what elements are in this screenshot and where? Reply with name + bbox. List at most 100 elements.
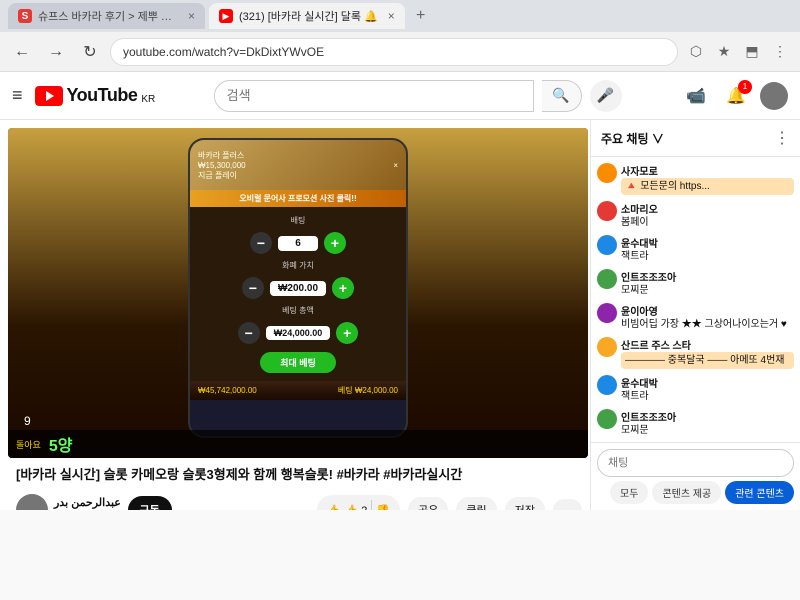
chat-message-avatar [597, 375, 617, 395]
chat-message: 산드르 주스 스타———— 중복달국 —— 아메또 4번재 [597, 335, 794, 371]
screenshot-icon[interactable]: ⬒ [740, 40, 764, 64]
total-bet-row: − ₩24,000.00 + [238, 322, 359, 344]
phone-bottom: ₩45,742,000.00 베팅 ₩24,000.00 [190, 381, 406, 400]
nav-refresh-button[interactable]: ↻ [76, 38, 104, 66]
channel-name: عبدالرحمن بدر [54, 496, 122, 509]
like-button[interactable]: 👍 👍 2 👎 [317, 495, 400, 510]
subscribe-button[interactable]: 구독 [128, 496, 172, 510]
chat-message: 인트조조조아모찌문 [597, 267, 794, 299]
more-icon[interactable]: ⋮ [768, 40, 792, 64]
upload-icon[interactable]: 📹 [680, 80, 712, 112]
bet-increase-button[interactable]: + [324, 232, 346, 254]
tab-2-favicon: ▶ [219, 9, 233, 23]
hamburger-menu-icon[interactable]: ≡ [12, 85, 23, 106]
chat-input-area: 모두 콘텐츠 제공 관련 콘텐츠 [591, 442, 800, 510]
chat-message: 윤수대박잭트라 [597, 233, 794, 265]
chat-message: 사자모로🔺 모든문의 https... [597, 161, 794, 197]
chat-section: 주요 채팅 ∨ ⋮ 사자모로🔺 모든문의 https... 소마리오봄페이윤수대박… [590, 120, 800, 510]
chat-message-content: 산드르 주스 스타———— 중복달국 —— 아메또 4번재 [621, 337, 794, 369]
total-bet-value: ₩24,000.00 [266, 326, 331, 340]
address-input[interactable] [110, 38, 678, 66]
nav-back-button[interactable]: ← [8, 38, 36, 66]
chat-messages: 사자모로🔺 모든문의 https...소마리오봄페이윤수대박잭트라인트조조조아모… [591, 157, 800, 442]
phone-overlay: 바카라 플러스₩15,300,000지금 플레이 × 오비럴 문어사 프로모션 … [188, 138, 408, 438]
chat-related-button[interactable]: 관련 콘텐츠 [725, 481, 794, 504]
tab-2-close[interactable]: × [388, 9, 395, 23]
chat-message-avatar [597, 409, 617, 429]
tab-1[interactable]: S 슈프스 바카라 후기 > 제뿌 디... × [8, 3, 205, 29]
tab-1-favicon: S [18, 9, 32, 23]
share-button[interactable]: 공유 [408, 497, 448, 510]
channel-details: عبدالرحمن بدر 구독자 11.1만명 [54, 496, 122, 510]
save-button[interactable]: 저장 [505, 497, 545, 510]
chat-message-content: 인트조조조아모찌문 [621, 409, 794, 437]
chat-message-content: 윤이아영비빔어딥 가장 ★★ 그상어나이오는거 ♥ [621, 303, 794, 331]
currency-increase-button[interactable]: + [332, 277, 354, 299]
action-divider [371, 500, 372, 510]
max-bet-button[interactable]: 최대 베팅 [260, 352, 336, 373]
more-actions-button[interactable]: ... [553, 499, 582, 510]
chat-text: 모찌문 [621, 284, 794, 297]
currency-value: ₩200.00 [270, 281, 326, 296]
chat-username: 윤수대박 [621, 375, 794, 390]
chat-message-content: 소마리오봄페이 [621, 201, 794, 229]
search-area: 🔍 🎤 [167, 80, 668, 112]
youtube-logo[interactable]: YouTube KR [35, 85, 156, 106]
chat-message-content: 윤수대박잭트라 [621, 235, 794, 263]
main-content: 바카라 플러스₩15,300,000지금 플레이 × 오비럴 문어사 프로모션 … [0, 120, 800, 510]
chat-text: 잭트라 [621, 390, 794, 403]
chat-username: 윤수대박 [621, 235, 794, 250]
cast-icon[interactable]: ⬡ [684, 40, 708, 64]
phone-promo-banner: 오비럴 문어사 프로모션 사진 클릭!! [190, 190, 406, 207]
address-bar: ← → ↻ ⬡ ★ ⬒ ⋮ [0, 32, 800, 72]
bet-row: − 6 + [250, 232, 346, 254]
phone-bottom-bet: 베팅 ₩24,000.00 [338, 385, 398, 396]
youtube-logo-icon [35, 86, 63, 106]
bet-decrease-button[interactable]: − [250, 232, 272, 254]
tab-bar: S 슈프스 바카라 후기 > 제뿌 디... × ▶ (321) [바카라 실시… [0, 0, 800, 32]
notification-bell-icon[interactable]: 🔔 1 [720, 80, 752, 112]
chat-content-button[interactable]: 콘텐츠 제공 [652, 481, 721, 504]
chat-message: 소마리오봄페이 [597, 199, 794, 231]
mic-button[interactable]: 🎤 [590, 80, 622, 112]
tab-1-close[interactable]: × [188, 9, 195, 23]
currency-decrease-button[interactable]: − [242, 277, 264, 299]
chat-message-avatar [597, 201, 617, 221]
chat-message-avatar [597, 269, 617, 289]
header-right-icons: 📹 🔔 1 [680, 80, 788, 112]
total-increase-button[interactable]: + [336, 322, 358, 344]
return-label: 돌아요 [16, 438, 41, 451]
chat-username: 윤이아영 [621, 303, 794, 318]
chat-username: 인트조조조아 [621, 269, 794, 284]
chat-text: 모찌문 [621, 424, 794, 437]
chat-username: 인트조조조아 [621, 409, 794, 424]
chat-username: 사자모로 [621, 163, 794, 178]
chat-input[interactable] [597, 449, 794, 477]
like-icon: 👍 [327, 504, 341, 510]
chat-message-avatar [597, 303, 617, 323]
total-decrease-button[interactable]: − [238, 322, 260, 344]
search-input[interactable] [215, 88, 533, 103]
clip-button[interactable]: 클립 [456, 497, 496, 510]
video-player[interactable]: 바카라 플러스₩15,300,000지금 플레이 × 오비럴 문어사 프로모션 … [8, 128, 588, 458]
chat-message-avatar [597, 337, 617, 357]
chat-text: 잭트라 [621, 250, 794, 263]
tab-1-label: 슈프스 바카라 후기 > 제뿌 디... [38, 8, 178, 24]
video-bottom-bar: 돌아요 5양 9 [8, 430, 588, 458]
address-bar-icons: ⬡ ★ ⬒ ⋮ [684, 40, 792, 64]
chat-text: ———— 중복달국 —— 아메또 4번재 [621, 352, 794, 369]
bookmark-icon[interactable]: ★ [712, 40, 736, 64]
chat-more-icon[interactable]: ⋮ [774, 128, 790, 148]
video-title: [바카라 실시간] 슬롯 카메오랑 슬롯3형제와 함께 행복슬롯! #바카라 #… [16, 466, 580, 484]
user-avatar[interactable] [760, 82, 788, 110]
chat-all-button[interactable]: 모두 [610, 481, 648, 504]
tab-2[interactable]: ▶ (321) [바카라 실시간] 달록 🔔 × [209, 3, 405, 29]
nav-forward-button[interactable]: → [42, 38, 70, 66]
search-button[interactable]: 🔍 [542, 80, 582, 112]
chat-title[interactable]: 주요 채팅 ∨ [601, 130, 664, 147]
browser-window: S 슈프스 바카라 후기 > 제뿌 디... × ▶ (321) [바카라 실시… [0, 0, 800, 510]
phone-balance: ₩45,742,000.00 [198, 386, 257, 395]
channel-avatar[interactable] [16, 494, 48, 510]
new-tab-button[interactable]: + [409, 4, 433, 28]
chat-text: 🔺 모든문의 https... [621, 178, 794, 195]
